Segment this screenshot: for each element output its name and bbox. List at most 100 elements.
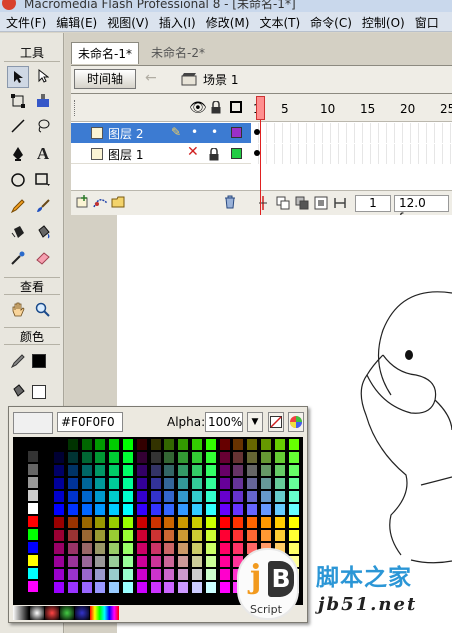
fill-color-swatch[interactable] [32, 385, 46, 399]
hex-color-input[interactable]: #F0F0F0 [57, 412, 123, 432]
text-tool-icon[interactable]: A [32, 143, 54, 165]
color-swatch[interactable] [191, 581, 203, 594]
color-swatch[interactable] [204, 503, 217, 516]
color-swatch[interactable] [53, 477, 65, 490]
modify-onion-markers-icon[interactable] [333, 196, 347, 213]
color-swatch[interactable] [232, 503, 245, 516]
color-swatch[interactable] [27, 567, 39, 580]
color-swatch[interactable] [80, 503, 93, 516]
color-swatch[interactable] [232, 451, 245, 464]
color-swatch[interactable] [163, 516, 176, 529]
menu-control[interactable]: 控制(O) [356, 12, 409, 31]
color-picker-wheel-icon[interactable] [288, 412, 304, 432]
color-swatch[interactable] [66, 503, 79, 516]
color-swatch[interactable] [218, 581, 231, 594]
color-swatch[interactable] [27, 528, 39, 541]
color-swatch[interactable] [94, 529, 107, 542]
no-color-button[interactable] [268, 412, 284, 432]
color-swatch[interactable] [218, 568, 231, 581]
color-swatch[interactable] [108, 555, 121, 568]
color-swatch[interactable] [273, 438, 286, 451]
color-swatch[interactable] [177, 477, 190, 490]
color-swatch[interactable] [80, 477, 93, 490]
color-swatch[interactable] [53, 516, 65, 529]
color-swatch[interactable] [260, 490, 272, 503]
color-swatch[interactable] [163, 464, 176, 477]
color-swatch[interactable] [287, 464, 300, 477]
color-swatch[interactable] [177, 503, 190, 516]
color-swatch[interactable] [273, 503, 286, 516]
color-swatch[interactable] [260, 477, 272, 490]
color-swatch[interactable] [66, 477, 79, 490]
color-swatch[interactable] [218, 464, 231, 477]
color-swatch[interactable] [287, 490, 300, 503]
color-swatch[interactable] [218, 542, 231, 555]
menu-file[interactable]: 文件(F) [0, 12, 50, 31]
color-swatch[interactable] [204, 581, 217, 594]
color-swatch[interactable] [149, 516, 162, 529]
color-swatch[interactable] [191, 490, 203, 503]
color-swatch[interactable] [246, 516, 259, 529]
color-swatch[interactable] [94, 503, 107, 516]
menu-window[interactable]: 窗口 [409, 12, 443, 31]
oval-tool-icon[interactable] [7, 170, 29, 192]
color-swatch[interactable] [218, 451, 231, 464]
color-swatch[interactable] [66, 438, 79, 451]
color-swatch[interactable] [27, 580, 39, 593]
color-swatch[interactable] [122, 451, 134, 464]
menu-commands[interactable]: 命令(C) [304, 12, 356, 31]
unlocked-dot-icon[interactable]: • [211, 125, 218, 139]
selection-tool-icon[interactable] [7, 66, 29, 88]
color-swatch[interactable] [122, 542, 134, 555]
color-swatch[interactable] [273, 516, 286, 529]
pen-tool-icon[interactable] [7, 143, 29, 165]
color-swatch[interactable] [287, 438, 300, 451]
color-swatch[interactable] [66, 568, 79, 581]
color-swatch[interactable] [149, 568, 162, 581]
color-swatch[interactable] [66, 516, 79, 529]
color-swatch[interactable] [163, 438, 176, 451]
layer-name-cell[interactable]: 图层 2 ✎ • • [71, 123, 251, 143]
color-swatch[interactable] [149, 490, 162, 503]
color-swatch[interactable] [135, 581, 148, 594]
color-swatch[interactable] [122, 568, 134, 581]
color-swatch[interactable] [149, 464, 162, 477]
color-swatch[interactable] [94, 542, 107, 555]
color-swatch[interactable] [177, 542, 190, 555]
color-swatch[interactable] [27, 437, 39, 450]
color-swatch[interactable] [273, 451, 286, 464]
color-swatch[interactable] [191, 503, 203, 516]
insert-layer-icon[interactable] [75, 195, 89, 212]
color-swatch[interactable] [163, 529, 176, 542]
color-swatch[interactable] [177, 516, 190, 529]
color-swatch[interactable] [191, 555, 203, 568]
color-swatch[interactable] [80, 490, 93, 503]
color-swatch[interactable] [135, 555, 148, 568]
color-swatch[interactable] [94, 438, 107, 451]
frame-rate-field[interactable]: 12.0 fps [394, 195, 449, 225]
color-swatch[interactable] [53, 542, 65, 555]
free-transform-tool-icon[interactable] [7, 91, 29, 113]
eraser-tool-icon[interactable] [32, 248, 54, 270]
color-swatch[interactable] [273, 464, 286, 477]
alpha-input[interactable]: 100% [205, 412, 243, 432]
lock-icon[interactable] [209, 147, 219, 164]
color-swatch[interactable] [53, 503, 65, 516]
color-swatch[interactable] [232, 477, 245, 490]
add-motion-guide-icon[interactable] [93, 195, 109, 212]
color-swatch[interactable] [53, 568, 65, 581]
color-swatch[interactable] [53, 451, 65, 464]
color-swatch[interactable] [260, 451, 272, 464]
color-swatch[interactable] [53, 529, 65, 542]
color-swatch[interactable] [260, 516, 272, 529]
hidden-x-icon[interactable]: ✕ [187, 144, 199, 160]
color-swatch[interactable] [273, 477, 286, 490]
edit-multiple-frames-icon[interactable] [314, 196, 328, 213]
color-swatch[interactable] [94, 516, 107, 529]
color-swatch[interactable] [191, 542, 203, 555]
color-swatch[interactable] [163, 568, 176, 581]
color-swatch[interactable] [80, 516, 93, 529]
color-swatch[interactable] [27, 502, 39, 515]
color-swatch[interactable] [53, 581, 65, 594]
playhead-marker[interactable] [256, 96, 265, 120]
